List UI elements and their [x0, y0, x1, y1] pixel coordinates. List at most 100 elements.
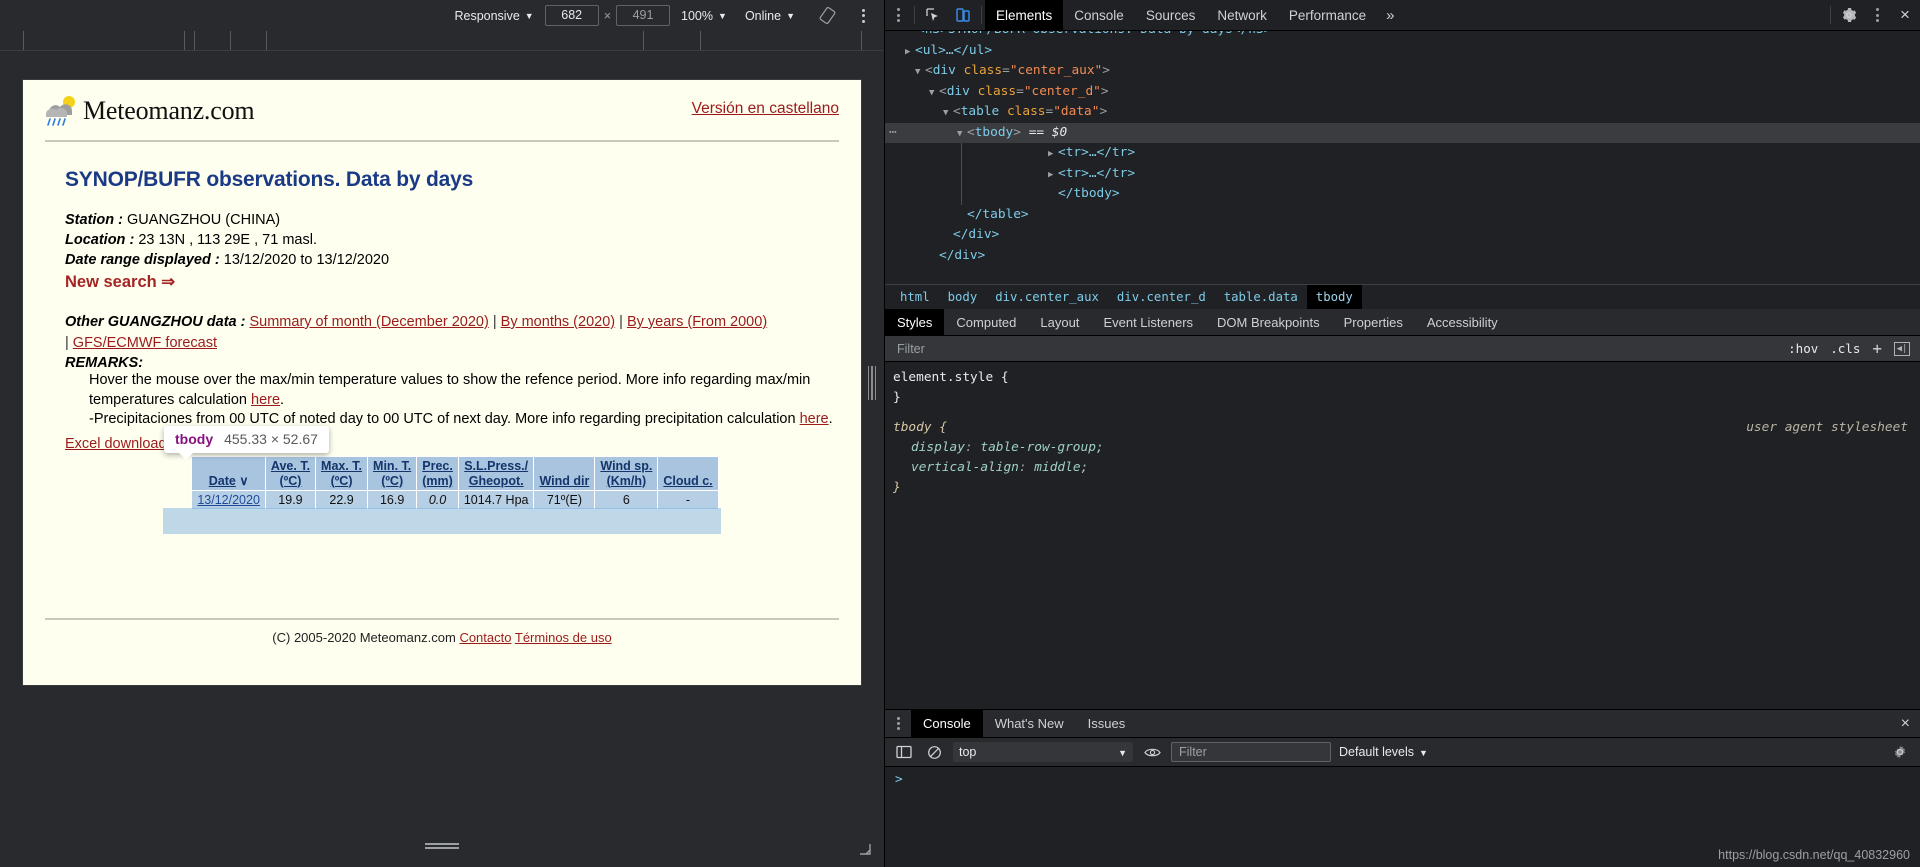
kebab-menu-icon[interactable]	[1864, 0, 1890, 30]
dom-node-tbody-selected[interactable]: ⋯ ▼ <tbody> == $0	[885, 122, 1920, 144]
breadcrumb-item-div-center-d[interactable]: div.center_d	[1108, 285, 1215, 310]
tab-event-listeners[interactable]: Event Listeners	[1091, 309, 1205, 335]
link-by-months[interactable]: By months (2020)	[501, 314, 615, 330]
drawer-tab-console[interactable]: Console	[911, 710, 983, 737]
style-rule-element-style[interactable]: element.style { }	[893, 368, 1920, 408]
tab-dom-breakpoints[interactable]: DOM Breakpoints	[1205, 309, 1332, 335]
collapse-triangle-icon[interactable]: ▼	[943, 103, 953, 124]
dom-node-tr-2[interactable]: ▶ <tr>…</tr>	[961, 163, 1920, 186]
th-cloud[interactable]: Cloud c.	[657, 456, 719, 491]
tab-accessibility[interactable]: Accessibility	[1415, 309, 1510, 335]
remark-1-link[interactable]: here	[251, 392, 280, 408]
drawer-menu-icon[interactable]	[885, 710, 911, 737]
console-settings-icon[interactable]	[1892, 744, 1912, 760]
dom-node-div-center-aux-close[interactable]: ▶</div>	[885, 246, 1920, 267]
viewport-width-input[interactable]: 682	[544, 5, 599, 26]
style-rule-selector[interactable]: element.style {	[893, 368, 1920, 388]
th-slpress[interactable]: S.L.Press./Gheopot.	[457, 456, 535, 491]
device-more-options-icon[interactable]	[852, 5, 874, 27]
dom-node-div-center-aux[interactable]: ▼ <div class="center_aux">	[885, 61, 1920, 82]
toggle-device-toolbar-icon[interactable]	[948, 0, 978, 30]
clear-console-icon[interactable]	[923, 742, 945, 762]
node-badge-icon[interactable]: ⋯	[889, 123, 897, 144]
toggle-element-state-button[interactable]: :hov	[1788, 341, 1818, 356]
rotate-icon[interactable]	[816, 5, 838, 27]
console-context-selector[interactable]: top ▼	[953, 742, 1133, 762]
link-summary-of-month[interactable]: Summary of month (December 2020)	[249, 314, 488, 330]
footer-link-contacto[interactable]: Contacto	[459, 630, 511, 645]
tab-styles[interactable]: Styles	[885, 309, 945, 335]
th-wind-dir[interactable]: Wind dir	[533, 456, 596, 491]
breadcrumb-item-tbody[interactable]: tbody	[1306, 284, 1362, 310]
breadcrumb-item-div-center-aux[interactable]: div.center_aux	[986, 285, 1108, 310]
breadcrumb-item-table-data[interactable]: table.data	[1215, 285, 1307, 310]
styles-rules-pane[interactable]: element.style { } user agent stylesheet …	[885, 362, 1920, 709]
style-declaration[interactable]: display: table-row-group;	[893, 438, 1920, 458]
dom-node-div-center-d-close[interactable]: ▶</div>	[885, 225, 1920, 246]
tab-layout[interactable]: Layout	[1028, 309, 1091, 335]
link-by-years[interactable]: By years (From 2000)	[627, 314, 767, 330]
th-wind-sp[interactable]: Wind sp. (Km/h)	[594, 456, 659, 491]
more-tabs-icon[interactable]: »	[1377, 0, 1403, 30]
tab-sources[interactable]: Sources	[1135, 0, 1207, 30]
zoom-selector[interactable]: 100% ▼	[672, 4, 736, 27]
console-sidebar-icon[interactable]	[893, 742, 915, 762]
viewport-height-input[interactable]: 491	[616, 5, 671, 26]
date-link[interactable]: 13/12/2020	[197, 493, 260, 507]
close-icon[interactable]: ×	[1890, 0, 1920, 30]
th-max-t[interactable]: Max. T. (ºC)	[315, 456, 369, 491]
console-filter-input[interactable]: Filter	[1171, 742, 1331, 762]
device-selector[interactable]: Responsive ▼	[445, 4, 542, 27]
table-row[interactable]: 13/12/2020 19.9 22.9 16.9 0.0 1014.7 Hpa…	[191, 489, 719, 510]
styles-filter-input[interactable]: Filter	[885, 341, 1789, 356]
footer-link-terminos[interactable]: Términos de uso	[515, 630, 612, 645]
dom-node-table-data[interactable]: ▼ <table class="data">	[885, 102, 1920, 123]
console-output[interactable]: > https://blog.csdn.net/qq_40832960	[885, 767, 1920, 867]
tab-performance[interactable]: Performance	[1278, 0, 1377, 30]
element-classes-button[interactable]: .cls	[1830, 341, 1860, 356]
dom-tree[interactable]: <h3>SYNOP/BUFR observations. Data by day…	[885, 31, 1920, 284]
th-min-t[interactable]: Min. T. (ºC)	[367, 456, 418, 491]
console-levels-selector[interactable]: Default levels ▼	[1339, 745, 1428, 759]
cell-date[interactable]: 13/12/2020	[191, 489, 266, 510]
new-style-rule-button[interactable]: +	[1872, 339, 1882, 358]
close-drawer-icon[interactable]: ×	[1891, 710, 1920, 737]
drawer-tab-issues[interactable]: Issues	[1076, 710, 1138, 737]
breadcrumb-item-body[interactable]: body	[939, 285, 987, 310]
inspect-element-icon[interactable]	[918, 0, 948, 30]
throttling-selector[interactable]: Online ▼	[736, 4, 804, 27]
collapse-triangle-icon[interactable]: ▼	[929, 83, 939, 104]
th-date[interactable]: Date ∨	[191, 456, 266, 491]
language-switch-link[interactable]: Versión en castellano	[692, 94, 839, 118]
expand-triangle-icon[interactable]: ▶	[905, 42, 915, 63]
pane-splitter[interactable]	[868, 360, 876, 406]
expand-triangle-icon[interactable]: ▶	[1048, 144, 1058, 165]
style-declaration[interactable]: vertical-align: middle;	[893, 458, 1920, 478]
link-gfs-ecmwf-forecast[interactable]: GFS/ECMWF forecast	[73, 335, 217, 351]
dom-node-tr-1[interactable]: ▶ <tr>…</tr>	[961, 143, 1920, 164]
new-search-link[interactable]: New search ⇒	[65, 272, 839, 292]
devtools-left-menu-icon[interactable]	[885, 0, 911, 30]
tab-properties[interactable]: Properties	[1332, 309, 1415, 335]
excel-download-link[interactable]: Excel download	[65, 436, 167, 452]
th-ave-t[interactable]: Ave. T. (ºC)	[264, 456, 317, 491]
device-corner-resize-icon[interactable]	[856, 841, 872, 857]
device-resize-handle[interactable]	[0, 841, 884, 851]
expand-triangle-icon[interactable]: ▶	[1048, 165, 1058, 186]
style-property-value[interactable]: table-row-group;	[980, 440, 1103, 455]
dom-node-h3[interactable]: <h3>SYNOP/BUFR observations. Data by day…	[885, 31, 1920, 41]
breadcrumb-item-html[interactable]: html	[891, 285, 939, 310]
sidebar-toggle-icon[interactable]: ◀|	[1894, 341, 1910, 356]
style-rule-tbody[interactable]: user agent stylesheet tbody { display: t…	[893, 418, 1920, 498]
gear-icon[interactable]	[1834, 0, 1864, 30]
dom-node-table-close[interactable]: ▶</table>	[885, 205, 1920, 226]
collapse-triangle-icon[interactable]: ▼	[915, 62, 925, 83]
tab-console[interactable]: Console	[1063, 0, 1135, 30]
tab-network[interactable]: Network	[1206, 0, 1278, 30]
dom-node-ul[interactable]: ▶ <ul>…</ul>	[885, 41, 1920, 62]
style-property-value[interactable]: middle;	[1034, 460, 1088, 475]
remark-2-link[interactable]: here	[800, 411, 829, 427]
drawer-tab-whats-new[interactable]: What's New	[983, 710, 1076, 737]
table-body[interactable]: 13/12/2020 19.9 22.9 16.9 0.0 1014.7 Hpa…	[191, 489, 719, 510]
dom-node-tbody-close[interactable]: ▶</tbody>	[961, 184, 1920, 205]
